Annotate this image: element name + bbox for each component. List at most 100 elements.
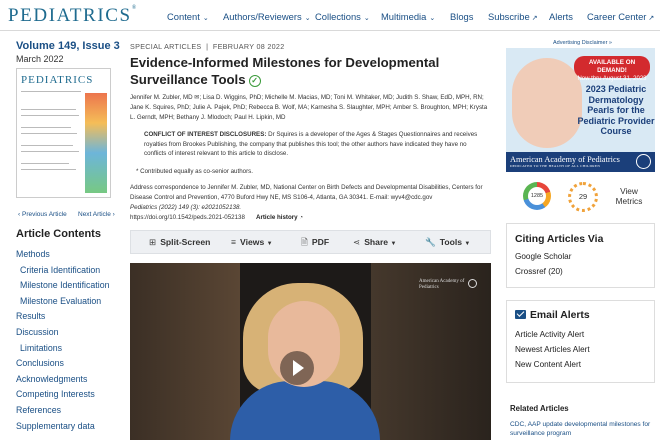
toc-item-acknowledgments[interactable]: Acknowledgments (16, 374, 87, 384)
contribution-note: * Contributed equally as co-senior autho… (136, 168, 253, 175)
play-button[interactable] (280, 351, 314, 385)
site-logo[interactable]: PEDIATRICS® (8, 5, 138, 27)
chevron-down-icon: ⌄ (304, 15, 311, 22)
chevron-down-icon: ⌄ (202, 15, 209, 22)
toc-item-references[interactable]: References (16, 405, 61, 415)
pdf-icon: 🗎 (301, 237, 308, 247)
advertising-disclaimer-link[interactable]: Advertising Disclaimer » (553, 40, 612, 46)
author-list[interactable]: Jennifer M. Zubler, MD ✉; Lisa D. Wiggin… (130, 93, 490, 123)
dimensions-score: 29 (575, 189, 591, 205)
chevron-down-icon: ▼ (266, 241, 273, 247)
article-toolbar: ⊞ Split-Screen ≡ Views ▼ 🗎 PDF ⋖ Share ▼ 🔧 To… (130, 230, 491, 254)
nav-content[interactable]: Content ⌄ (167, 11, 209, 22)
pdf-button[interactable]: 🗎 PDF (301, 237, 329, 251)
crossref-link[interactable]: Crossref (20) (515, 267, 563, 276)
ad-baby-photo (512, 58, 582, 148)
nav-label: Career Center (587, 11, 647, 22)
cover-title: PEDIATRICS (21, 74, 94, 86)
chevron-down-icon: ⌄ (429, 15, 436, 22)
email-alerts-box: Email Alerts Article Activity Alert Newe… (506, 300, 655, 383)
aap-seal-icon (468, 279, 477, 288)
dimensions-badge[interactable]: 29 (568, 182, 598, 212)
video-presenter (230, 381, 380, 440)
split-screen-icon: ⊞ (149, 237, 157, 247)
cover-line (21, 109, 76, 110)
nav-alerts[interactable]: Alerts (549, 11, 573, 22)
toc-item-competing-interests[interactable]: Competing Interests (16, 389, 95, 399)
toc-item-methods[interactable]: Methods (16, 249, 50, 259)
nav-blogs[interactable]: Blogs (450, 11, 473, 22)
google-scholar-link[interactable]: Google Scholar (515, 252, 571, 261)
previous-article-link[interactable]: ‹ Previous Article (18, 211, 67, 218)
nav-label: Authors/Reviewers (223, 11, 302, 22)
site-header: PEDIATRICS® Content ⌄ Authors/Reviewers ⌄ Co… (0, 0, 660, 31)
toc-item-conclusions[interactable]: Conclusions (16, 358, 64, 368)
correspondence-address: Address correspondence to Jennifer M. Zu… (130, 184, 483, 201)
ad-title: 2023 Pediatric Dermatology Pearls for th… (577, 84, 655, 136)
article-history-button[interactable]: Article history ◔ (256, 214, 303, 221)
article-title: Evidence-Informed Milestones for Develop… (130, 55, 440, 87)
nav-career-center[interactable]: Career Center ↗ (587, 11, 654, 22)
related-articles-title: Related Articles (510, 404, 569, 413)
citation: Pediatrics (2022) 149 (3): e2021052138. (130, 204, 242, 211)
share-icon: ⋖ (353, 237, 361, 247)
citing-articles-title: Citing Articles Via (515, 234, 604, 245)
nav-authors-reviewers[interactable]: Authors/Reviewers ⌄ (223, 11, 311, 22)
tools-button[interactable]: 🔧 Tools ▼ (425, 237, 470, 248)
toc-item-milestone-evaluation[interactable]: Milestone Evaluation (20, 296, 101, 306)
citing-articles-box: Citing Articles Via Google Scholar Cross… (506, 223, 655, 288)
external-link-icon: ↗ (531, 15, 538, 22)
nav-label: Collections (315, 11, 361, 22)
newest-articles-alert-link[interactable]: Newest Articles Alert (515, 345, 590, 354)
chevron-down-icon: ▼ (464, 241, 471, 247)
share-button[interactable]: ⋖ Share ▼ (353, 237, 396, 248)
check-circle-icon: ✓ (248, 74, 261, 87)
toc-item-criteria-identification[interactable]: Criteria Identification (20, 265, 100, 275)
toc-item-supplementary-data[interactable]: Supplementary data (16, 421, 95, 431)
related-article-link[interactable]: CDC, AAP update developmental milestones… (510, 420, 655, 438)
views-button[interactable]: ≡ Views ▼ (231, 237, 273, 247)
altmetric-badge[interactable]: 1285 (523, 182, 551, 210)
ad-footer: American Academy of Pediatrics DEDICATED … (506, 152, 655, 172)
cover-line (21, 133, 77, 134)
toc-item-results[interactable]: Results (16, 311, 45, 321)
ad-badge: AVAILABLE ON DEMAND! Now thru August 31, … (574, 56, 650, 82)
article-section[interactable]: SPECIAL ARTICLES (130, 42, 202, 51)
new-content-alert-link[interactable]: New Content Alert (515, 360, 581, 369)
advertisement[interactable]: AVAILABLE ON DEMAND! Now thru August 31, … (506, 48, 655, 172)
cover-line (21, 91, 81, 92)
nav-multimedia[interactable]: Multimedia ⌄ (381, 11, 435, 22)
video-player[interactable]: American Academy of Pediatrics (130, 263, 491, 440)
cover-line (21, 163, 69, 164)
toc-item-milestone-identification[interactable]: Milestone Identification (20, 280, 110, 290)
article-date: FEBRUARY 08 2022 (212, 42, 285, 51)
article-activity-alert-link[interactable]: Article Activity Alert (515, 330, 584, 339)
next-article-link[interactable]: Next Article › (78, 211, 115, 218)
chevron-down-icon: ⌄ (363, 15, 370, 22)
nav-subscribe[interactable]: Subscribe ↗ (488, 11, 538, 22)
nav-label: Multimedia (381, 11, 427, 22)
external-link-icon: ↗ (648, 15, 655, 22)
issue-date: March 2022 (16, 54, 64, 64)
cover-line (21, 127, 71, 128)
view-metrics-link[interactable]: View Metrics (612, 186, 646, 206)
issue-title[interactable]: Volume 149, Issue 3 (16, 40, 120, 52)
split-screen-button[interactable]: ⊞ Split-Screen (149, 237, 210, 248)
nav-collections[interactable]: Collections ⌄ (315, 11, 370, 22)
chevron-down-icon: ▼ (390, 241, 397, 247)
cover-line (21, 151, 79, 152)
nav-label: Content (167, 11, 200, 22)
cover-line (21, 169, 76, 170)
issue-cover[interactable]: PEDIATRICS (16, 68, 111, 198)
toc-item-limitations[interactable]: Limitations (20, 343, 62, 353)
cover-color-bar (85, 93, 107, 193)
toc-item-discussion[interactable]: Discussion (16, 327, 59, 337)
conflict-of-interest: CONFLICT OF INTEREST DISCLOSURES: Dr Squ… (144, 131, 478, 157)
doi-link[interactable]: https://doi.org/10.1542/peds.2021-052138 (130, 214, 245, 221)
nav-label: Alerts (549, 11, 573, 22)
nav-label: Subscribe (488, 11, 530, 22)
nav-label: Blogs (450, 11, 474, 22)
article-meta: SPECIAL ARTICLES | FEBRUARY 08 2022 (130, 42, 285, 51)
altmetric-score: 1285 (528, 187, 546, 205)
aap-seal-icon (636, 154, 651, 169)
